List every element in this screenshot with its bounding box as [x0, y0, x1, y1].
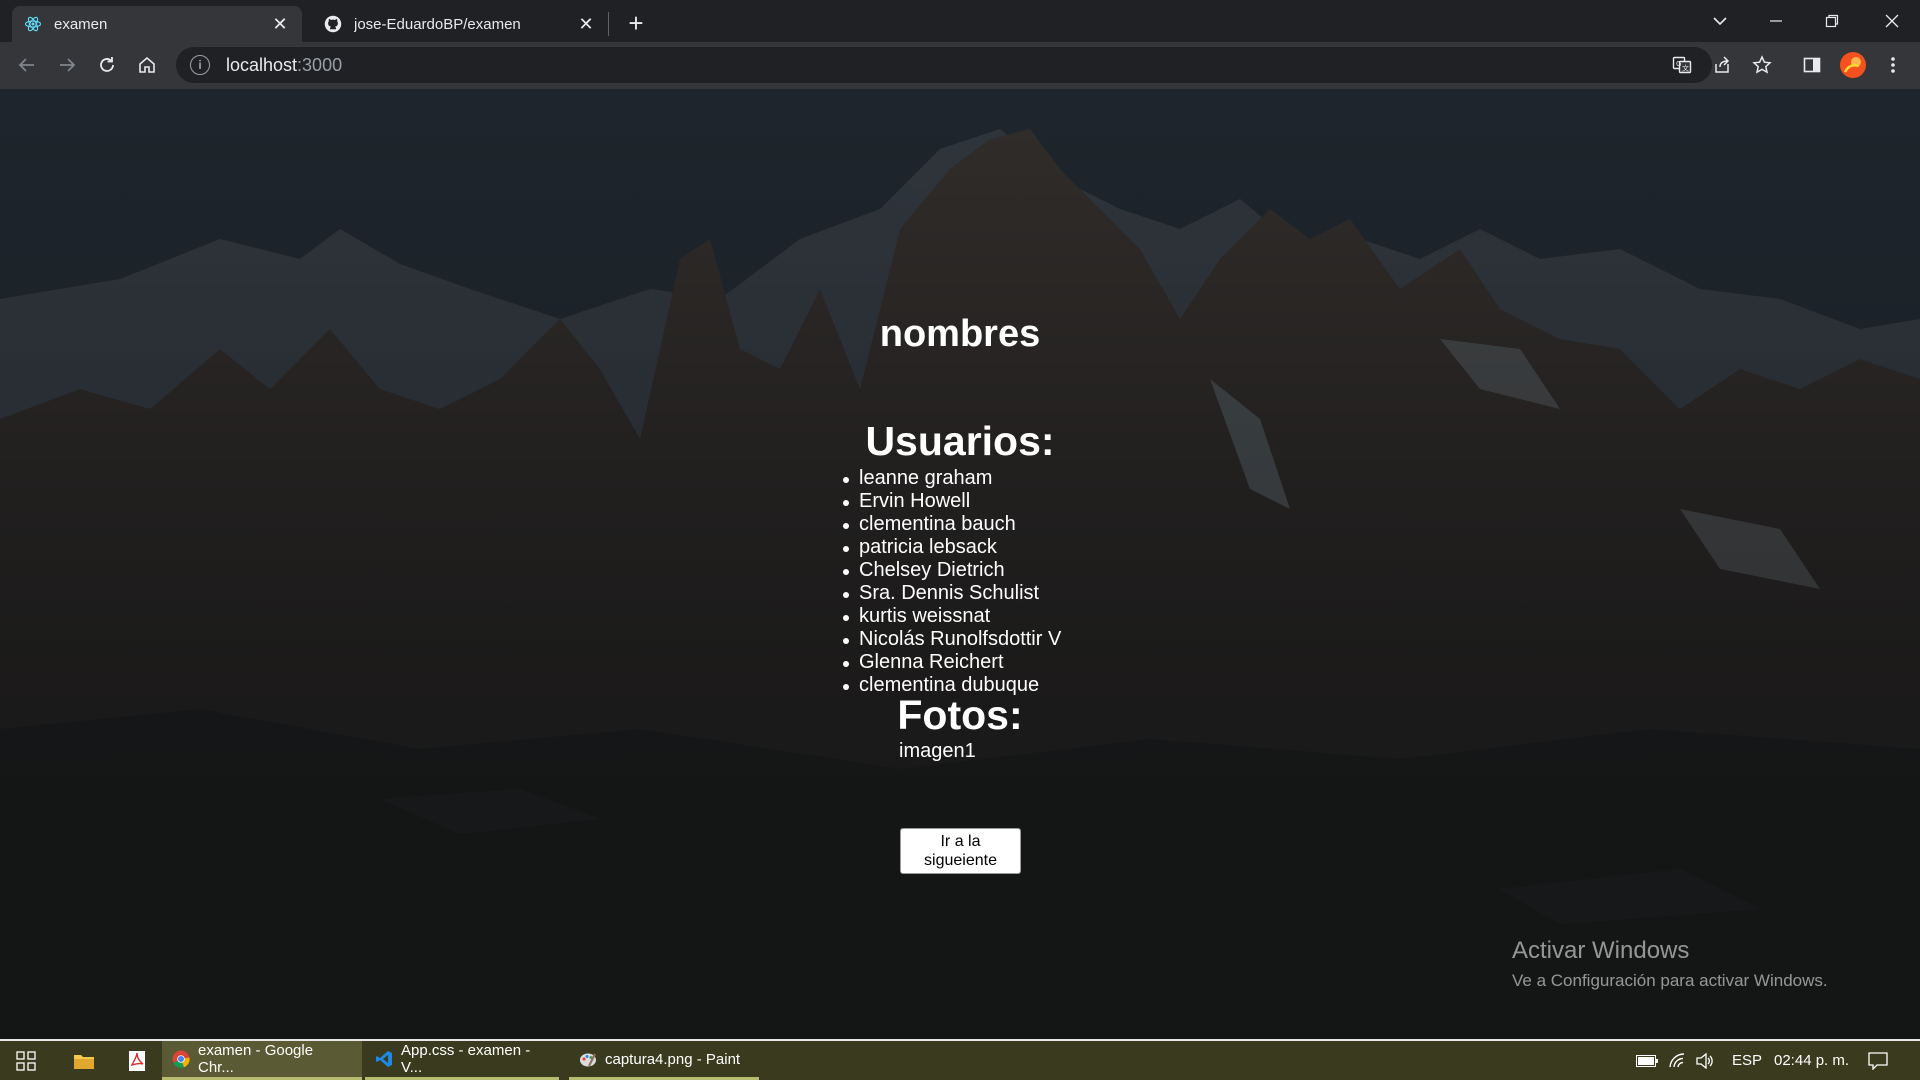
- notifications-icon[interactable]: [1868, 1041, 1888, 1080]
- task-view-icon[interactable]: [12, 1041, 40, 1080]
- tab-github[interactable]: jose-EduardoBP/examen ✕: [312, 6, 608, 42]
- list-item: kurtis weissnat: [843, 605, 1061, 628]
- tab-title: jose-EduardoBP/examen: [354, 15, 521, 33]
- list-item: Glenna Reichert: [843, 651, 1061, 674]
- taskbar-app-paint[interactable]: captura4.png - Paint: [569, 1041, 759, 1080]
- site-info-icon[interactable]: i: [190, 55, 210, 75]
- close-window-icon[interactable]: [1864, 0, 1920, 42]
- file-explorer-icon[interactable]: [70, 1041, 98, 1080]
- battery-icon[interactable]: [1636, 1041, 1658, 1080]
- profile-avatar[interactable]: [1837, 49, 1869, 81]
- language-indicator[interactable]: ESP: [1732, 1041, 1762, 1080]
- reload-icon[interactable]: [91, 49, 123, 81]
- list-item: Nicolás Runolfsdottir V: [843, 628, 1061, 651]
- tab-examen[interactable]: examen ✕: [12, 6, 302, 42]
- tab-strip: examen ✕ jose-EduardoBP/examen ✕ +: [0, 0, 1920, 42]
- wifi-icon[interactable]: [1668, 1041, 1686, 1080]
- photo-image-alt: imagen1: [899, 740, 976, 762]
- back-arrow-icon[interactable]: [11, 49, 43, 81]
- address-bar[interactable]: i localhost:3000: [176, 47, 1712, 83]
- users-list: leanne graham Ervin Howell clementina ba…: [843, 467, 1061, 697]
- list-item: Chelsey Dietrich: [843, 559, 1061, 582]
- taskbar-app-label: captura4.png - Paint: [605, 1050, 741, 1068]
- minimize-icon[interactable]: [1748, 0, 1804, 42]
- taskbar-app-label: examen - Google Chr...: [198, 1042, 314, 1076]
- users-heading: Usuarios:: [865, 418, 1055, 464]
- close-tab-icon[interactable]: ✕: [576, 14, 596, 34]
- restore-icon[interactable]: [1804, 0, 1860, 42]
- browser-toolbar: i localhost:3000 G文: [0, 42, 1920, 89]
- close-tab-icon[interactable]: ✕: [270, 14, 290, 34]
- home-icon[interactable]: [131, 49, 163, 81]
- tab-title: examen: [54, 15, 108, 33]
- pdf-reader-icon[interactable]: [123, 1041, 151, 1080]
- page-title: nombres: [879, 313, 1041, 355]
- list-item: Ervin Howell: [843, 490, 1061, 513]
- tab-search-chevron-icon[interactable]: [1692, 0, 1748, 42]
- page-viewport: nombres Usuarios: leanne graham Ervin Ho…: [0, 89, 1920, 1039]
- paint-icon: [579, 1050, 597, 1068]
- translate-icon[interactable]: G文: [1666, 49, 1698, 81]
- volume-icon[interactable]: [1696, 1041, 1714, 1080]
- watermark-title: Activar Windows: [1512, 937, 1690, 964]
- photos-heading: Fotos:: [897, 692, 1023, 738]
- list-item: leanne graham: [843, 467, 1061, 490]
- taskbar-app-label: App.css - examen - V...: [401, 1042, 531, 1076]
- url-port: :3000: [297, 54, 343, 75]
- chrome-icon: [172, 1050, 190, 1068]
- list-item: Sra. Dennis Schulist: [843, 582, 1061, 605]
- svg-text:G: G: [1676, 60, 1681, 68]
- list-item: patricia lebsack: [843, 536, 1061, 559]
- tab-separator: [608, 12, 609, 36]
- new-tab-button[interactable]: +: [622, 8, 650, 38]
- side-panel-icon[interactable]: [1796, 49, 1828, 81]
- vscode-icon: [375, 1050, 393, 1068]
- watermark-subtitle: Ve a Configuración para activar Windows.: [1512, 971, 1828, 990]
- next-page-button[interactable]: Ir a la sigueiente: [900, 828, 1021, 874]
- taskbar: examen - Google Chr... App.css - examen …: [0, 1039, 1920, 1080]
- url-text: localhost:3000: [226, 55, 342, 76]
- github-icon: [324, 15, 342, 33]
- svg-text:文: 文: [1682, 64, 1689, 73]
- share-icon[interactable]: [1706, 49, 1738, 81]
- taskbar-app-vscode[interactable]: App.css - examen - V...: [365, 1041, 559, 1080]
- taskbar-app-chrome[interactable]: examen - Google Chr...: [162, 1041, 362, 1080]
- bookmark-star-icon[interactable]: [1746, 49, 1778, 81]
- activation-watermark: Activar Windows Ve a Configuración para …: [1512, 937, 1828, 991]
- react-icon: [24, 15, 42, 33]
- list-item: clementina bauch: [843, 513, 1061, 536]
- clock[interactable]: 02:44 p. m.: [1774, 1041, 1849, 1080]
- url-host: localhost: [226, 54, 298, 75]
- forward-arrow-icon[interactable]: [51, 49, 83, 81]
- menu-kebab-icon[interactable]: [1877, 49, 1909, 81]
